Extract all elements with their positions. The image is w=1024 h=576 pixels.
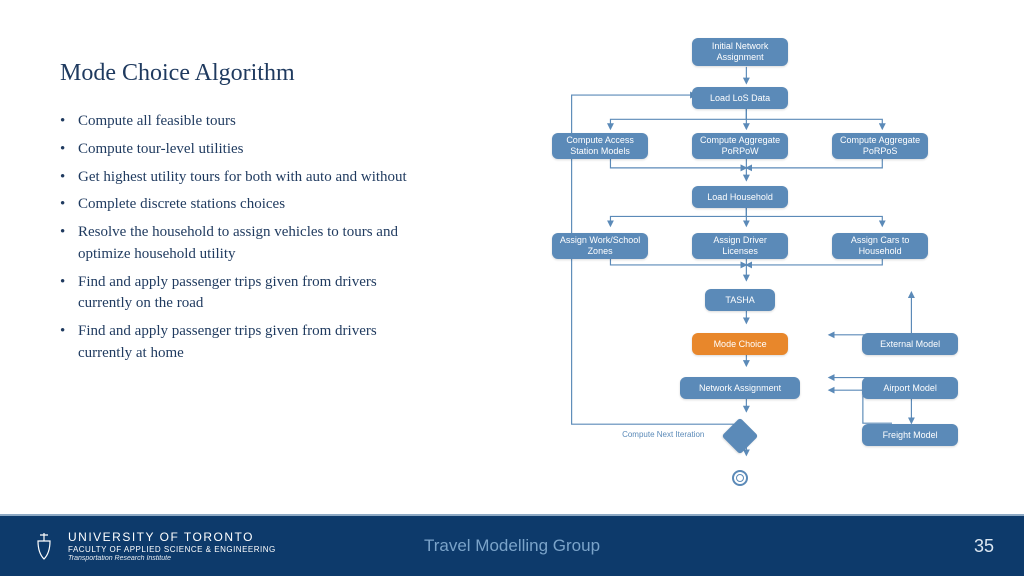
bullet-item: Find and apply passenger trips given fro… — [60, 321, 410, 365]
university-logo-block: UNIVERSITY OF TORONTO FACULTY OF APPLIED… — [30, 528, 276, 564]
node-airport: Airport Model — [862, 377, 958, 399]
bullet-list: Compute all feasible tours Compute tour-… — [60, 111, 410, 365]
bullet-item: Compute tour-level utilities — [60, 139, 410, 161]
org-line1: UNIVERSITY OF TORONTO — [68, 530, 276, 544]
node-netassign: Network Assignment — [680, 377, 800, 399]
node-assigncars: Assign Cars to Household — [832, 233, 928, 259]
node-workzones: Assign Work/School Zones — [552, 233, 648, 259]
crest-icon — [30, 528, 58, 564]
iter-label: Compute Next Iteration — [622, 430, 704, 439]
bullet-item: Compute all feasible tours — [60, 111, 410, 133]
node-loadlos: Load LoS Data — [692, 87, 788, 109]
node-porpow: Compute Aggregate PoRPoW — [692, 133, 788, 159]
node-initial: Initial Network Assignment — [692, 38, 788, 66]
node-access: Compute Access Station Models — [552, 133, 648, 159]
org-line2: FACULTY OF APPLIED SCIENCE & ENGINEERING — [68, 545, 276, 554]
university-text: UNIVERSITY OF TORONTO FACULTY OF APPLIED… — [68, 530, 276, 562]
slide-title: Mode Choice Algorithm — [60, 60, 410, 87]
org-line3: Transportation Research Institute — [68, 555, 276, 562]
footer-bar: UNIVERSITY OF TORONTO FACULTY OF APPLIED… — [0, 516, 1024, 576]
node-external: External Model — [862, 333, 958, 355]
left-column: Mode Choice Algorithm Compute all feasib… — [0, 0, 430, 496]
node-drivlic: Assign Driver Licenses — [692, 233, 788, 259]
page-number: 35 — [974, 536, 994, 557]
node-freight: Freight Model — [862, 424, 958, 446]
bullet-item: Get highest utility tours for both with … — [60, 167, 410, 189]
node-modechoice: Mode Choice — [692, 333, 788, 355]
slide: Mode Choice Algorithm Compute all feasib… — [0, 0, 1024, 576]
bullet-item: Complete discrete stations choices — [60, 194, 410, 216]
group-name: Travel Modelling Group — [424, 536, 600, 556]
footer: UNIVERSITY OF TORONTO FACULTY OF APPLIED… — [0, 496, 1024, 576]
decision-diamond — [722, 418, 759, 455]
flowchart: Initial Network Assignment Load LoS Data… — [430, 30, 1024, 496]
node-porpos: Compute Aggregate PoRPoS — [832, 133, 928, 159]
content-area: Mode Choice Algorithm Compute all feasib… — [0, 0, 1024, 496]
end-node — [732, 470, 748, 486]
bullet-item: Resolve the household to assign vehicles… — [60, 222, 410, 266]
flowchart-area: Initial Network Assignment Load LoS Data… — [430, 0, 1024, 496]
bullet-item: Find and apply passenger trips given fro… — [60, 272, 410, 316]
node-loadhh: Load Household — [692, 186, 788, 208]
node-tasha: TASHA — [705, 289, 775, 311]
